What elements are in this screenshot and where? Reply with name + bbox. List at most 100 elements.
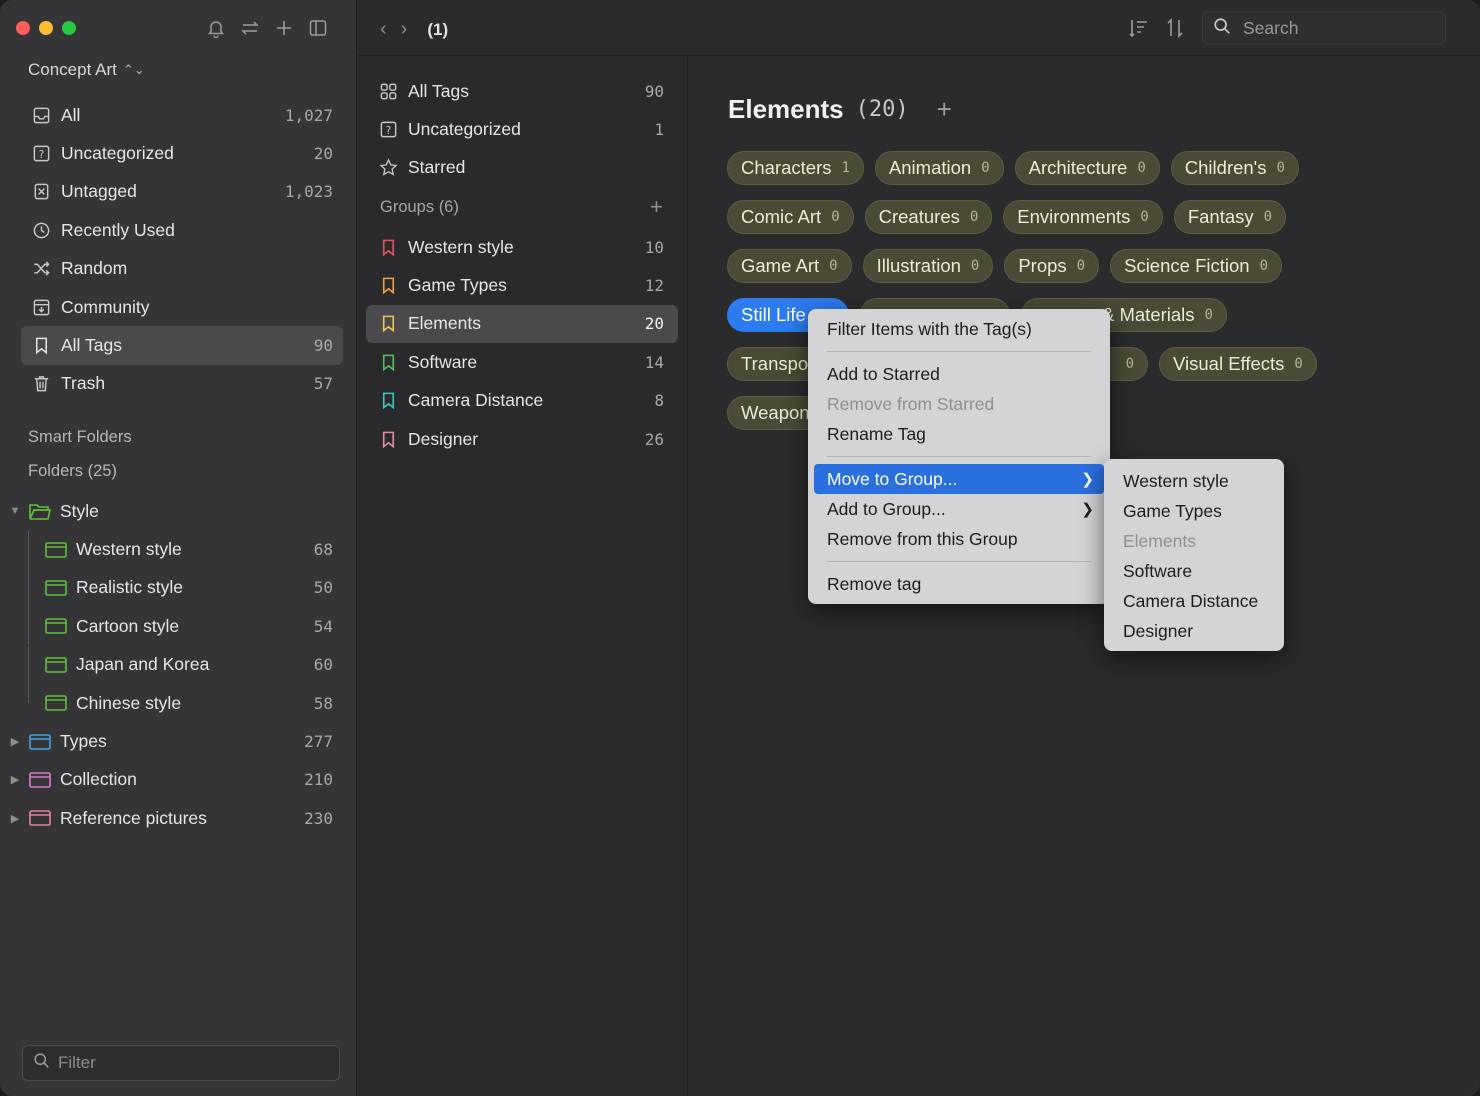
group-item-starred[interactable]: Starred xyxy=(366,149,678,187)
tag-label: Illustration xyxy=(876,255,961,276)
sidebar-item-label: All xyxy=(61,104,81,125)
sidebar-item-random[interactable]: Random xyxy=(21,250,343,288)
sidebar-item-all-tags[interactable]: All Tags 90 xyxy=(21,326,343,365)
menu-item-move-to-group[interactable]: Move to Group... ❯ xyxy=(814,464,1104,494)
menu-item-filter-items[interactable]: Filter Items with the Tag(s) xyxy=(814,314,1104,344)
back-icon[interactable]: ‹ xyxy=(380,18,387,41)
group-item-elements[interactable]: Elements 20 xyxy=(366,304,678,344)
chevron-right-icon[interactable]: ▶ xyxy=(8,773,22,786)
folder-item-japan-and-korea[interactable]: Japan and Korea 60 xyxy=(8,645,343,684)
tag-chip[interactable]: Animation 0 xyxy=(874,151,1004,185)
tag-chip[interactable]: Fantasy 0 xyxy=(1173,200,1287,234)
chevron-right-icon[interactable]: ▶ xyxy=(8,812,22,825)
tag-chip[interactable]: Science Fiction 0 xyxy=(1110,249,1282,283)
sidebar-item-trash[interactable]: Trash 57 xyxy=(21,365,343,403)
tree-line xyxy=(28,607,40,646)
tag-count: 0 xyxy=(970,258,980,274)
folder-item-chinese-style[interactable]: Chinese style 58 xyxy=(8,683,343,722)
folder-item-realistic-style[interactable]: Realistic style 50 xyxy=(8,568,343,607)
group-header: Elements (20) + xyxy=(728,94,952,125)
tag-chip[interactable]: Characters 1 xyxy=(727,151,864,185)
submenu-item-designer[interactable]: Designer xyxy=(1110,616,1278,646)
tag-chip[interactable]: Creatures 0 xyxy=(864,200,993,234)
tag-chip[interactable]: Comic Art 0 xyxy=(727,200,854,234)
menu-item-rename-tag[interactable]: Rename Tag xyxy=(814,419,1104,449)
tag-label: Props xyxy=(1018,255,1067,276)
bell-icon[interactable] xyxy=(205,17,227,39)
add-group-icon[interactable]: + xyxy=(650,194,663,220)
tag-chip[interactable]: Illustration 0 xyxy=(862,249,994,283)
bookmark-icon xyxy=(378,276,398,296)
folder-item-reference-pictures[interactable]: ▶ Reference pictures 230 xyxy=(8,799,343,837)
minimize-window-button[interactable] xyxy=(39,21,53,35)
group-item-camera-distance[interactable]: Camera Distance 8 xyxy=(366,382,678,420)
submenu-item-software[interactable]: Software xyxy=(1110,556,1278,586)
sidebar-item-label: Uncategorized xyxy=(61,143,174,164)
folder-item-cartoon-style[interactable]: Cartoon style 54 xyxy=(8,607,343,646)
sidebar-item-community[interactable]: Community xyxy=(21,288,343,326)
submenu-item-camera-distance[interactable]: Camera Distance xyxy=(1110,586,1278,616)
group-item-western-style[interactable]: Western style 10 xyxy=(366,228,678,266)
tag-chip[interactable]: Children's 0 xyxy=(1170,151,1299,185)
menu-item-add-to-starred[interactable]: Add to Starred xyxy=(814,359,1104,389)
group-item-game-types[interactable]: Game Types 12 xyxy=(366,266,678,304)
tag-chip[interactable]: Architecture 0 xyxy=(1014,151,1160,185)
tag-label: Children's xyxy=(1184,157,1267,178)
tag-chip[interactable]: Environments 0 xyxy=(1003,200,1163,234)
sort-direction-icon[interactable] xyxy=(1164,17,1186,39)
groups-list: Western style 10 Game Types 12 Elements 20 … xyxy=(358,228,678,458)
tag-groups-panel: All Tags 90 ? Uncategorized 1 Starred Group… xyxy=(358,0,688,1096)
sync-icon[interactable] xyxy=(239,17,261,39)
chevron-down-icon[interactable]: ▼ xyxy=(8,505,22,517)
chevron-right-icon: ❯ xyxy=(1081,501,1094,518)
submenu-item-game-types[interactable]: Game Types xyxy=(1110,496,1278,526)
sidebar-toggle-icon[interactable] xyxy=(307,17,329,39)
menu-separator xyxy=(827,456,1091,457)
tag-count: 0 xyxy=(1125,356,1134,372)
folders-header[interactable]: Folders (25) xyxy=(28,462,117,481)
folder-item-collection[interactable]: ▶ Collection 210 xyxy=(8,761,343,799)
group-label: Western style xyxy=(408,236,514,257)
plus-icon[interactable] xyxy=(273,17,295,39)
tag-count: 0 xyxy=(1263,209,1273,225)
smart-folders-header[interactable]: Smart Folders xyxy=(28,428,132,447)
group-item-designer[interactable]: Designer 26 xyxy=(366,420,678,458)
group-item-all-tags[interactable]: All Tags 90 xyxy=(366,72,678,110)
tag-chip[interactable]: Props 0 xyxy=(1004,249,1100,283)
sidebar-item-recently-used[interactable]: Recently Used xyxy=(21,211,343,249)
sidebar-item-uncategorized[interactable]: ? Uncategorized 20 xyxy=(21,134,343,172)
folder-item-style[interactable]: ▼ Style xyxy=(8,492,343,530)
page-title: Elements xyxy=(728,94,844,124)
sidebar-item-untagged[interactable]: Untagged 1,023 xyxy=(21,173,343,211)
close-window-button[interactable] xyxy=(16,21,30,35)
tag-chip[interactable]: Game Art 0 xyxy=(727,249,852,283)
folder-count: 210 xyxy=(304,770,333,790)
tag-chip[interactable]: Visual Effects 0 xyxy=(1159,347,1317,381)
menu-item-remove-tag[interactable]: Remove tag xyxy=(814,569,1104,599)
search-input[interactable]: Search xyxy=(1202,11,1446,45)
tag-count: 0 xyxy=(831,209,840,225)
folder-count: 277 xyxy=(304,732,333,752)
sort-icon[interactable] xyxy=(1128,17,1150,39)
zoom-window-button[interactable] xyxy=(62,21,76,35)
library-name: Concept Art xyxy=(28,60,117,79)
tree-line xyxy=(28,645,40,684)
menu-item-remove-from-group[interactable]: Remove from this Group xyxy=(814,524,1104,554)
add-tag-icon[interactable]: + xyxy=(937,94,952,125)
tag-label: Transpo xyxy=(741,353,809,374)
group-item-software[interactable]: Software 14 xyxy=(366,343,678,381)
question-box-icon: ? xyxy=(31,144,51,164)
chevron-updown-icon: ⌃⌄ xyxy=(122,62,145,77)
tag-label: Animation xyxy=(888,157,972,178)
folder-item-western-style[interactable]: Western style 68 xyxy=(8,530,343,569)
library-switcher[interactable]: Concept Art ⌃⌄ xyxy=(28,60,145,80)
folder-item-types[interactable]: ▶ Types 277 xyxy=(8,722,343,760)
group-item-uncategorized[interactable]: ? Uncategorized 1 xyxy=(366,110,678,148)
forward-icon[interactable]: › xyxy=(401,18,408,41)
search-icon xyxy=(1213,17,1231,40)
chevron-right-icon[interactable]: ▶ xyxy=(8,735,22,748)
submenu-item-western-style[interactable]: Western style xyxy=(1110,466,1278,496)
filter-input[interactable]: Filter xyxy=(22,1045,340,1081)
sidebar-item-all[interactable]: All 1,027 xyxy=(21,96,343,134)
menu-item-add-to-group[interactable]: Add to Group... ❯ xyxy=(814,494,1104,524)
